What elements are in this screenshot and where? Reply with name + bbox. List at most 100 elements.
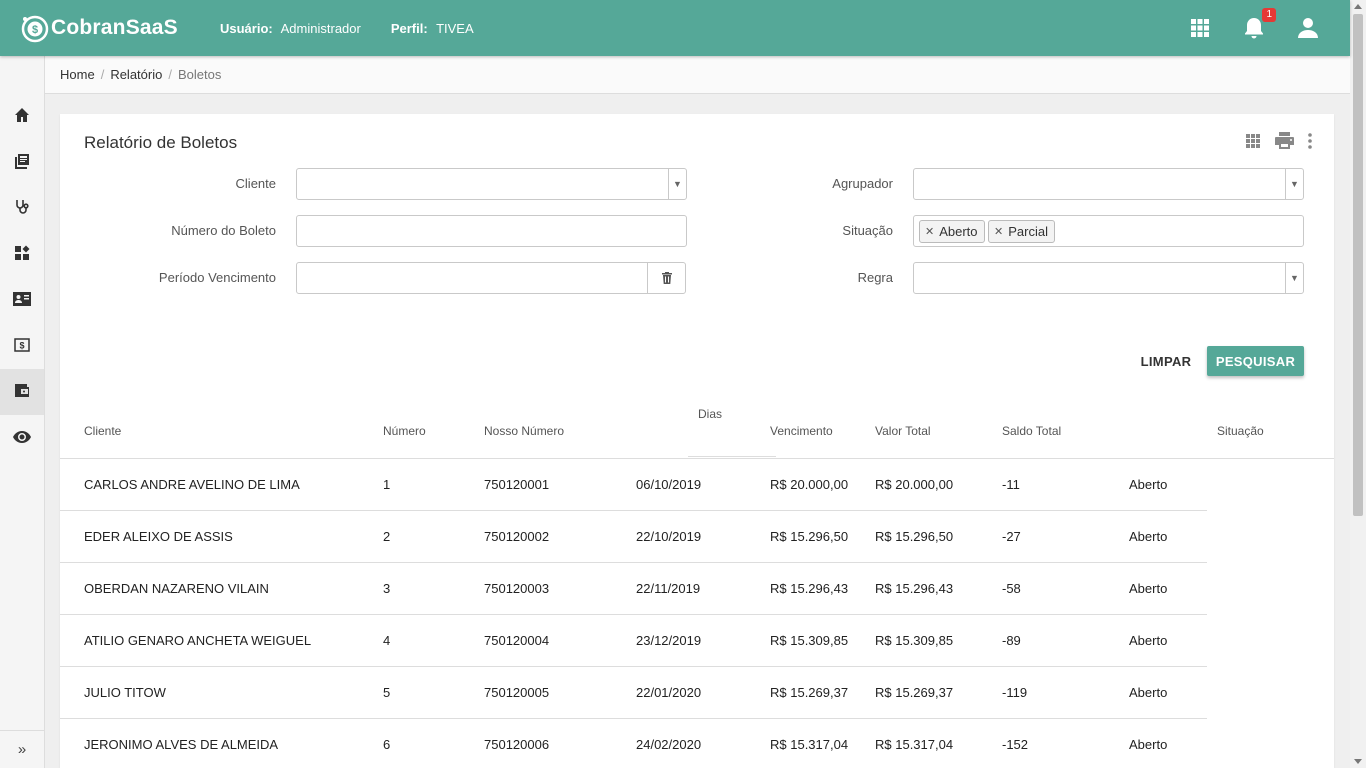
column-header-cliente[interactable]: Cliente [84, 424, 121, 438]
home-icon [14, 107, 30, 126]
row-situacao: Aberto [1129, 477, 1168, 492]
row-valor-total: R$ 15.296,50 [875, 529, 954, 544]
table-row[interactable]: JULIO TITOW 5 750120005 22/01/2020 R$ 15.269… [60, 667, 1207, 719]
row-situacao: Aberto [1129, 633, 1168, 648]
column-header-saldo-total[interactable]: Saldo Total [1002, 424, 1061, 438]
trash-icon[interactable] [647, 263, 685, 293]
logo-text: CobranSaaS [51, 16, 178, 39]
agrupador-label: Agrupador [832, 176, 893, 191]
close-icon[interactable]: ✕ [925, 225, 934, 238]
situacao-chip-parcial[interactable]: ✕ Parcial [988, 220, 1055, 243]
periodo-vencimento-input[interactable] [296, 262, 686, 294]
periodo-vencimento-label: Período Vencimento [158, 270, 276, 285]
columns-grid-icon[interactable] [1245, 133, 1261, 149]
sidebar-item-view[interactable] [0, 415, 44, 461]
clear-button[interactable]: LIMPAR [1136, 346, 1196, 376]
row-situacao: Aberto [1129, 529, 1168, 544]
table-row[interactable]: OBERDAN NAZARENO VILAIN 3 750120003 22/11/2… [60, 563, 1207, 615]
breadcrumb-separator: / [168, 67, 172, 82]
user-account-icon[interactable] [1296, 16, 1320, 40]
logo-icon: $ [19, 13, 49, 43]
breadcrumb-relatorio[interactable]: Relatório [110, 67, 162, 82]
table-row[interactable]: EDER ALEIXO DE ASSIS 2 750120002 22/10/2019… [60, 511, 1207, 563]
column-header-numero[interactable]: Número [383, 424, 426, 438]
column-header-valor-total[interactable]: Valor Total [875, 424, 931, 438]
breadcrumb: Home / Relatório / Boletos [45, 56, 1350, 94]
table-row[interactable]: JERONIMO ALVES DE ALMEIDA 6 750120006 24/02… [60, 719, 1207, 768]
row-cliente: EDER ALEIXO DE ASSIS [84, 529, 233, 544]
row-data: 24/02/2020 [636, 737, 702, 752]
column-header-dias[interactable]: Dias [698, 407, 722, 421]
sidebar-item-library[interactable] [0, 139, 44, 185]
situacao-multiselect[interactable]: ✕ Aberto ✕ Parcial [913, 215, 1304, 247]
table-row[interactable]: ATILIO GENARO ANCHETA WEIGUEL 4 750120004 2… [60, 615, 1207, 667]
page-title: Relatório de Boletos [84, 133, 238, 152]
notification-badge: 1 [1262, 8, 1276, 22]
row-data: 23/12/2019 [636, 633, 702, 648]
stethoscope-icon [14, 199, 30, 218]
row-cliente: JERONIMO ALVES DE ALMEIDA [84, 737, 279, 752]
row-saldo-dias: -119 [1002, 685, 1028, 700]
column-header-nosso-numero[interactable]: Nosso Número [484, 424, 564, 438]
svg-text:$: $ [32, 24, 38, 36]
row-saldo-dias: -11 [1002, 477, 1020, 492]
row-saldo-dias: -27 [1002, 529, 1021, 544]
search-button[interactable]: PESQUISAR [1207, 346, 1304, 376]
row-cliente: CARLOS ANDRE AVELINO DE LIMA [84, 477, 300, 492]
sidebar-item-home[interactable] [0, 93, 44, 139]
situacao-chip-aberto[interactable]: ✕ Aberto [919, 220, 985, 243]
cliente-label: Cliente [235, 176, 276, 191]
breadcrumb-home[interactable]: Home [60, 67, 95, 82]
more-vertical-icon[interactable] [1308, 132, 1312, 149]
user-info: Usuário: Administrador Perfil: TIVEA [220, 21, 504, 36]
row-nosso-numero: 750120006 [484, 737, 550, 752]
scrollbar-thumb[interactable] [1353, 14, 1363, 516]
row-vencimento-valor: R$ 15.296,50 [770, 529, 849, 544]
row-data: 06/10/2019 [636, 477, 702, 492]
close-icon[interactable]: ✕ [994, 225, 1003, 238]
contact-card-icon [13, 291, 31, 309]
row-valor-total: R$ 15.309,85 [875, 633, 954, 648]
numero-boleto-input[interactable] [296, 215, 687, 247]
scroll-up-icon[interactable] [1354, 4, 1362, 9]
dashboard-icon [14, 245, 30, 264]
chevron-down-icon[interactable]: ▼ [1285, 169, 1303, 199]
user-value: Administrador [280, 20, 361, 36]
top-bar: $ CobranSaaS Usuário: Administrador Perf… [0, 0, 1350, 56]
row-vencimento-valor: R$ 15.269,37 [770, 685, 849, 700]
row-cliente: JULIO TITOW [84, 685, 166, 700]
profile-label: Perfil: [390, 20, 428, 36]
sidebar-item-finance[interactable]: $ [0, 323, 44, 369]
sidebar-item-contacts[interactable] [0, 277, 44, 323]
page-scrollbar[interactable] [1350, 0, 1366, 768]
notification-bell-icon[interactable]: 1 [1242, 8, 1276, 40]
row-numero: 6 [383, 737, 391, 752]
row-valor-total: R$ 15.317,04 [875, 737, 954, 752]
situacao-label: Situação [842, 223, 893, 238]
row-situacao: Aberto [1129, 581, 1168, 596]
header-divider [688, 456, 776, 457]
sidebar-expand-button[interactable]: » [0, 730, 44, 768]
cliente-select[interactable]: ▼ [296, 168, 687, 200]
column-header-situacao[interactable]: Situação [1217, 424, 1264, 438]
scroll-down-icon[interactable] [1354, 759, 1362, 764]
agrupador-select[interactable]: ▼ [913, 168, 1304, 200]
chevron-down-icon[interactable]: ▼ [668, 169, 686, 199]
regra-select[interactable]: ▼ [913, 262, 1304, 294]
breadcrumb-separator: / [100, 67, 105, 82]
row-vencimento-valor: R$ 15.296,43 [770, 581, 849, 596]
sidebar-item-wallet[interactable] [0, 369, 44, 415]
logo[interactable]: $ CobranSaaS [19, 13, 209, 43]
row-nosso-numero: 750120001 [484, 477, 550, 492]
sidebar-item-health[interactable] [0, 185, 44, 231]
sidebar-item-dashboard[interactable] [0, 231, 44, 277]
row-saldo-dias: -89 [1002, 633, 1021, 648]
row-saldo-dias: -58 [1002, 581, 1021, 596]
print-icon[interactable] [1275, 132, 1294, 149]
row-nosso-numero: 750120004 [484, 633, 550, 648]
apps-grid-icon[interactable] [1188, 16, 1212, 40]
chevron-down-icon[interactable]: ▼ [1285, 263, 1303, 293]
card-toolbar [1231, 132, 1312, 149]
column-header-vencimento[interactable]: Vencimento [770, 424, 833, 438]
table-row[interactable]: CARLOS ANDRE AVELINO DE LIMA 1 750120001 06… [60, 459, 1207, 511]
